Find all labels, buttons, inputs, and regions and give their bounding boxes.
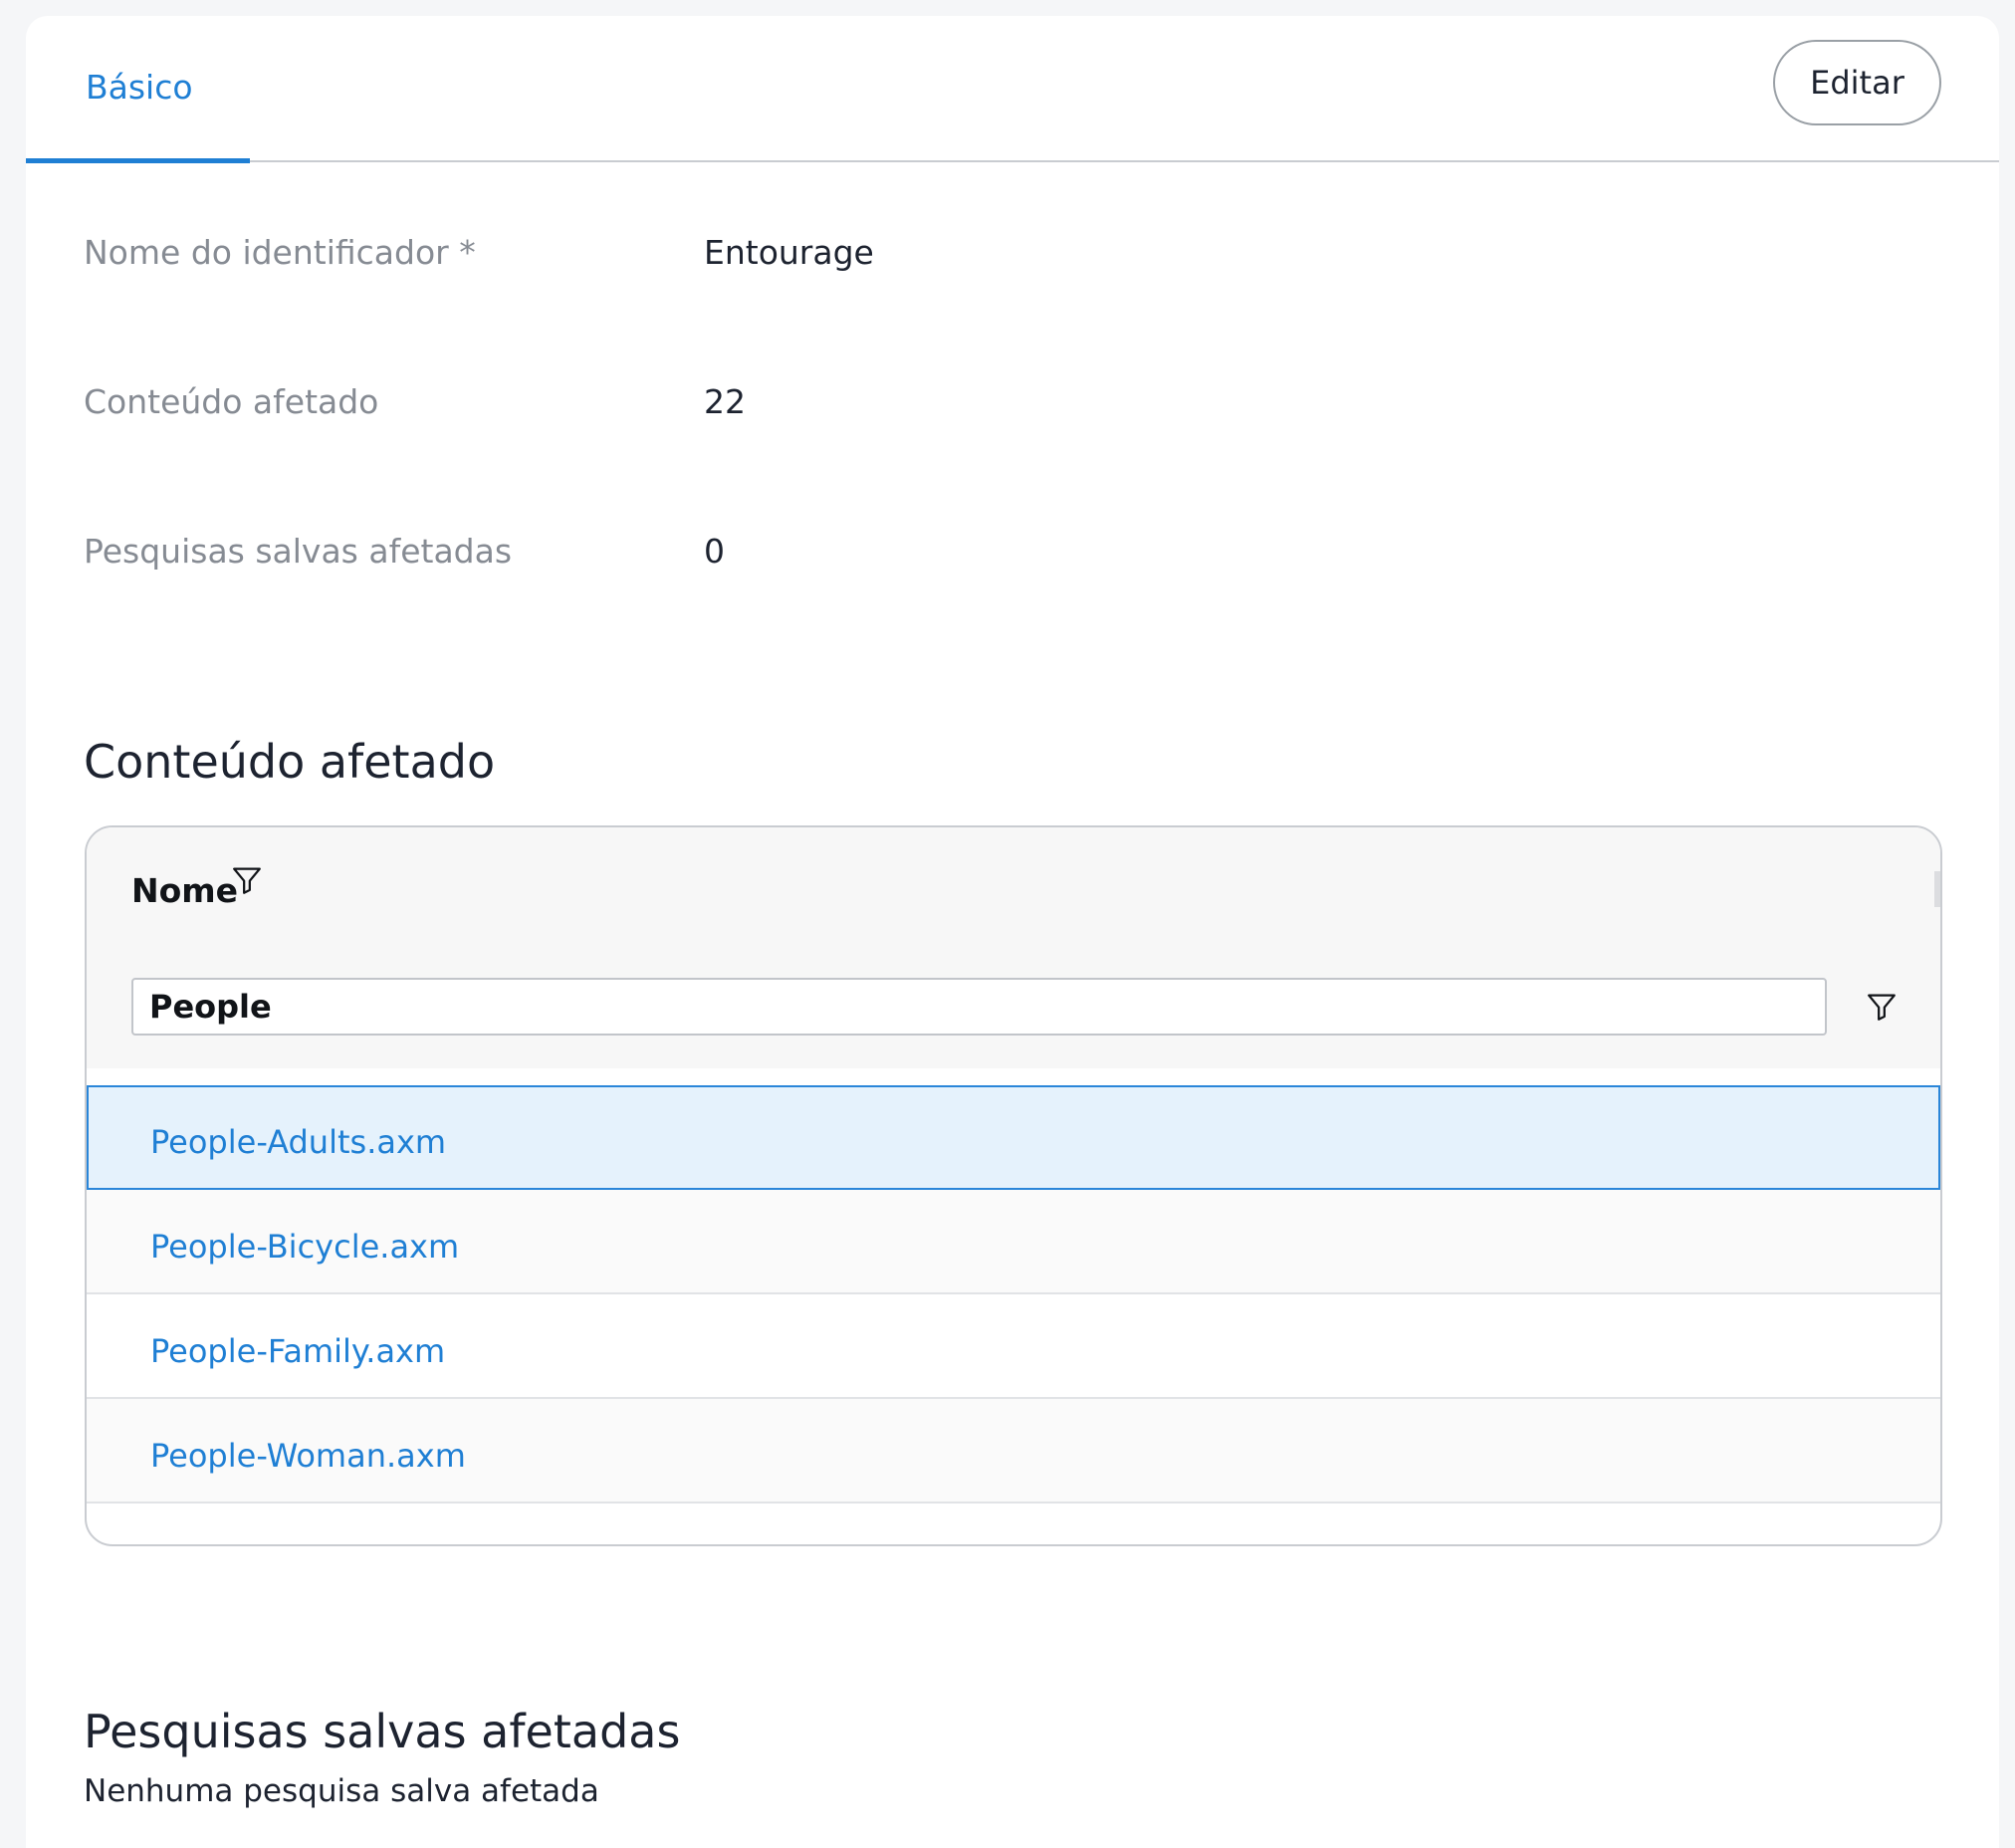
column-header-name: Nome [131,871,239,910]
name-filter-input[interactable] [131,978,1827,1036]
table-row[interactable]: People-Bicycle.axm [87,1190,1940,1294]
field-label-affected-content: Conteúdo afetado [84,382,379,421]
table-header: Nome [87,827,1940,1068]
active-tab-indicator [26,158,250,163]
tab-basico-label: Básico [86,68,193,107]
field-value-affected-content: 22 [704,382,746,421]
row-link[interactable]: People-Adults.axm [150,1123,446,1161]
table-row[interactable]: People-Woman.axm [87,1399,1940,1503]
field-value-affected-saved-searches: 0 [704,532,725,571]
tab-basico[interactable]: Básico [26,16,250,163]
field-value-identifier-name: Entourage [704,233,874,272]
tab-bar: Básico Editar [26,16,1999,163]
identifier-detail-card: Básico Editar Nome do identificador * En… [26,16,1999,1848]
table-row[interactable]: People-Adults.axm [87,1085,1940,1190]
row-link[interactable]: People-Bicycle.axm [150,1228,459,1266]
saved-searches-empty-text: Nenhuma pesquisa salva afetada [84,1773,599,1809]
table-row[interactable]: People-Family.axm [87,1294,1940,1399]
affected-content-table: Nome People-Adults.axm People-Bicycle.ax… [85,825,1942,1546]
row-link[interactable]: People-Woman.axm [150,1437,466,1475]
field-label-identifier-name: Nome do identificador * [84,233,476,272]
edit-button[interactable]: Editar [1773,40,1941,125]
filter-funnel-icon[interactable] [1865,990,1899,1024]
field-label-affected-saved-searches: Pesquisas salvas afetadas [84,532,513,571]
filter-funnel-icon[interactable] [230,863,264,897]
affected-content-heading: Conteúdo afetado [84,735,496,789]
saved-searches-heading: Pesquisas salvas afetadas [84,1705,681,1758]
table-scrollbar[interactable] [1934,871,1940,907]
row-link[interactable]: People-Family.axm [150,1332,445,1370]
